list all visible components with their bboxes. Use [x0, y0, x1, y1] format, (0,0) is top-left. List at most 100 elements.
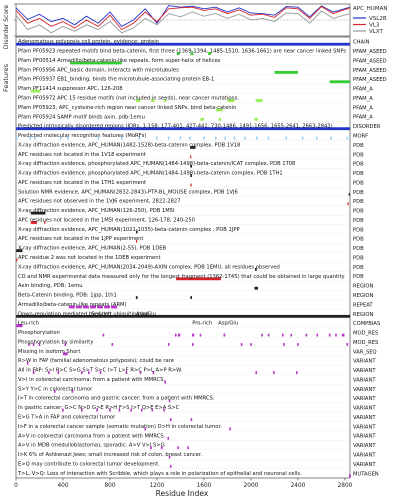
- feature-mark: [297, 343, 299, 346]
- feature-category: MOD_RES: [353, 331, 378, 337]
- feature-mark: [187, 446, 189, 450]
- feature-category: VARIANT: [353, 406, 376, 412]
- feature-text: X-ray diffraction evidence, APC_HUMAN(2-…: [18, 246, 167, 252]
- feature-text: X-ray diffraction evidence, phosphorylat…: [18, 161, 295, 167]
- feature-text: Pfam PF05972 APC 15 residue motifs (not …: [18, 95, 239, 101]
- feature-category: PDB: [353, 143, 364, 149]
- feature-mark: [190, 418, 193, 421]
- x-tick-label: 800: [104, 483, 115, 489]
- feature-text: X-ray diffraction evidence, APC_HUMAN(10…: [18, 227, 240, 233]
- feature-text: V>I in colorectal carcinoma; from a pati…: [18, 377, 165, 383]
- feature-mark: [214, 136, 217, 140]
- feature-segment: [190, 183, 192, 187]
- feature-mark: [346, 343, 349, 346]
- feature-segment: [218, 117, 222, 121]
- feature-mark: [167, 343, 170, 346]
- feature-text: Leu-rich: [18, 321, 39, 327]
- feature-text: APC residue 2 was not located in the 1DE…: [18, 255, 161, 261]
- chart: APC_HUMAN VSL2BVL3VLXT Adenomatous polypo…: [2, 3, 387, 498]
- feature-mark: [192, 343, 194, 346]
- feature-text: Pfam PF11414 suppressor APC, 126-208: [18, 86, 123, 92]
- feature-category: PDB: [353, 180, 364, 186]
- feature-mark: [283, 343, 285, 346]
- feature-category: PDB: [353, 227, 364, 233]
- feature-text: Pfam PF05923 repeated motifs bind beta-c…: [18, 49, 346, 55]
- feature-category: PDB: [353, 152, 364, 158]
- feature-text: Pfam PF05937 EB1_binding, binds the micr…: [18, 77, 214, 83]
- feature-text: X-ray diffraction evidence, APC_HUMAN(20…: [18, 264, 280, 270]
- feature-text: Beta-Catenin binding, PDB: 1jpp, 1th1: [18, 293, 117, 299]
- feature-category: VARIANT: [353, 462, 376, 468]
- feature-mark: [346, 136, 349, 140]
- feature-mark: [285, 136, 288, 140]
- feature-mark: [244, 136, 246, 140]
- legend-label-vl3: VL3: [369, 23, 380, 29]
- x-tick-label: 2800: [338, 483, 353, 489]
- feature-mark: [267, 136, 270, 140]
- feature-mark: [224, 136, 226, 140]
- feature-category: VARIANT: [353, 453, 376, 459]
- feature-text: X-ray diffraction evidence, APC_HUMAN(12…: [18, 208, 175, 214]
- protein-label: APC_HUMAN: [353, 6, 387, 12]
- x-tick-label: 400: [57, 483, 68, 489]
- feature-segment: [200, 117, 204, 121]
- x-axis-label: Residue Index: [156, 489, 209, 498]
- feature-category: PDB: [353, 218, 364, 224]
- feature-text: Pfam PF05923, APC_cysteine-rich region n…: [18, 105, 236, 111]
- feature-mark: [316, 333, 319, 337]
- feature-mark: [330, 136, 332, 140]
- feature-text: Axin binding, PDB: 1emu: [18, 283, 83, 289]
- feature-mark: [169, 465, 172, 468]
- y-axis-label-features: Features: [2, 63, 10, 92]
- feature-segment: [190, 296, 192, 299]
- feature-category: MOD_RES: [353, 340, 378, 346]
- disorder-panel: APC_HUMAN VSL2BVL3VLXT: [14, 3, 387, 37]
- region-annotation: Pro-rich: [192, 321, 212, 327]
- feature-category: REGION: [353, 284, 374, 290]
- feature-segment: [254, 286, 259, 290]
- features-panel: Adenomatous polyposis coli protein, evid…: [14, 36, 387, 489]
- feature-text: E>Q may contribute to colorectal tumor d…: [18, 461, 160, 467]
- feature-category: PDB: [353, 199, 364, 205]
- feature-text: I>K 6% of Ashkenazi Jews; small increase…: [18, 452, 203, 458]
- feature-text: X-ray diffraction evidence, phosphorylat…: [18, 171, 283, 177]
- feature-text: Missing in isoform Short: [18, 349, 80, 355]
- feature-text: R>W in FAP (familial adenomatous polypos…: [18, 358, 174, 364]
- feature-text: Predicted molecular recognition features…: [18, 133, 146, 139]
- feature-text: E>G T>A in FAP and colorectal tumor: [18, 415, 116, 421]
- region-annotation: Asp/Glu: [218, 321, 238, 327]
- feature-mark: [295, 371, 298, 375]
- feature-category: VAR_SEQ: [353, 349, 377, 355]
- feature-text: Pfam PF00514 Armadillo/beta-catenin-like…: [18, 58, 221, 64]
- feature-mark: [267, 333, 270, 337]
- feature-category: PFAM_ASEED: [353, 77, 387, 83]
- feature-text: T>L, V>Q: Loss of interaction with Scrib…: [17, 471, 302, 477]
- feature-category: PDB: [353, 265, 364, 271]
- feature-mark: [301, 136, 304, 140]
- feature-category: VARIANT: [353, 387, 376, 393]
- feature-text: A>V in colorectal carcinoma from a patie…: [18, 433, 166, 439]
- legend-label-vsl2b: VSL2B: [369, 16, 387, 22]
- feature-category: PDB: [353, 162, 364, 168]
- feature-text: APC residues not located in the 1V18 exp…: [18, 152, 146, 158]
- feature-mark: [305, 333, 308, 337]
- feature-mark: [349, 474, 351, 478]
- feature-mark: [174, 333, 177, 337]
- feature-text: APC residues not located in the 1TH1 exp…: [18, 180, 146, 186]
- feature-category: PFAM_ASEED: [353, 49, 387, 55]
- feature-category: CHAIN: [353, 40, 370, 46]
- feature-mark: [261, 333, 263, 337]
- feature-mark: [229, 427, 231, 431]
- feature-segment: [329, 80, 350, 84]
- feature-category: PDB: [353, 274, 364, 280]
- feature-text: I>T in colorectal carcinoma and gastric …: [18, 396, 215, 402]
- feature-mark: [342, 333, 345, 337]
- feature-mark: [255, 371, 258, 375]
- feature-mark: [256, 136, 258, 140]
- feature-segment: [348, 192, 350, 196]
- feature-mark: [203, 136, 205, 140]
- feature-category: VARIANT: [353, 434, 376, 440]
- feature-text: X-ray diffraction evidence, APC_HUMAN(14…: [18, 142, 240, 148]
- x-tick-label: 0: [14, 483, 18, 489]
- feature-category: PDB: [353, 246, 364, 252]
